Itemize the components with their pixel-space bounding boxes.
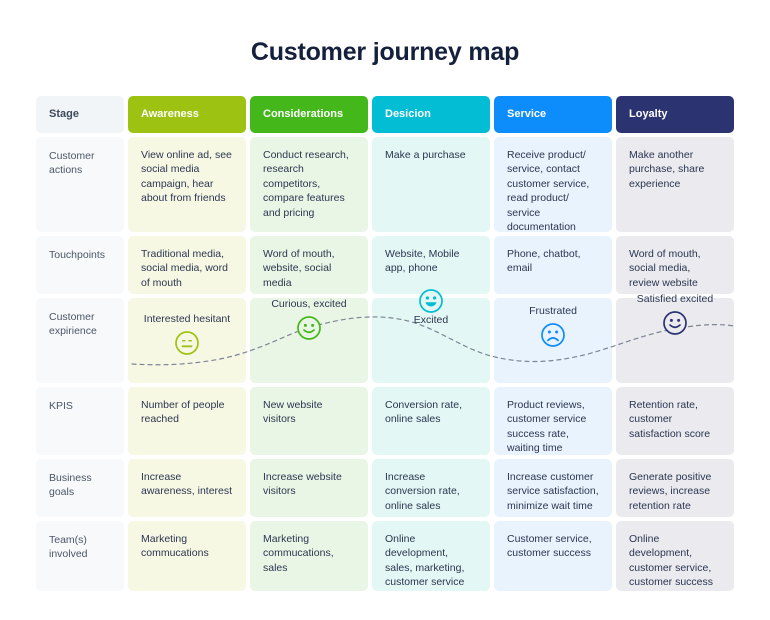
row-label-business-goals: Business goals bbox=[36, 459, 124, 517]
table-row-customer-experience: Customer expirience Interested hesitant bbox=[36, 289, 734, 383]
cell-kpis-considerations: New website visitors bbox=[250, 387, 368, 455]
cell-experience-considerations bbox=[250, 298, 368, 383]
cell-teams-considerations: Marketing commucations, sales bbox=[250, 521, 368, 591]
row-label-customer-experience-text: Customer expirience bbox=[49, 311, 97, 338]
cell-teams-decision: Online development, sales, marketing, cu… bbox=[372, 521, 490, 591]
cell-goals-awareness: Increase awareness, interest bbox=[128, 459, 246, 517]
cell-actions-awareness: View online ad, see social media campaig… bbox=[128, 137, 246, 232]
column-header-stage: Stage bbox=[36, 96, 124, 133]
cell-actions-decision: Make a purchase bbox=[372, 137, 490, 232]
customer-journey-map-page: Customer journey map Stage Awareness Con… bbox=[0, 0, 770, 620]
cell-teams-awareness: Marketing commucations bbox=[128, 521, 246, 591]
cell-experience-decision bbox=[372, 298, 490, 383]
table-header-row: Stage Awareness Considerations Desicion … bbox=[36, 96, 734, 133]
cell-kpis-decision: Conversion rate, online sales bbox=[372, 387, 490, 455]
column-header-awareness: Awareness bbox=[128, 96, 246, 133]
column-header-loyalty: Loyalty bbox=[616, 96, 734, 133]
cell-goals-service: Increase customer service satisfaction, … bbox=[494, 459, 612, 517]
cell-touchpoints-service: Phone, chatbot, email bbox=[494, 236, 612, 294]
cell-kpis-service: Product reviews, customer service succes… bbox=[494, 387, 612, 455]
table-row-business-goals: Business goals Increase awareness, inter… bbox=[36, 459, 734, 517]
cell-experience-loyalty bbox=[616, 298, 734, 383]
table-row-kpis: KPIS Number of people reached New websit… bbox=[36, 387, 734, 455]
cell-kpis-loyalty: Retention rate, customer satisfaction sc… bbox=[616, 387, 734, 455]
cell-touchpoints-considerations: Word of mouth, website, social media bbox=[250, 236, 368, 294]
cell-touchpoints-awareness: Traditional media, social media, word of… bbox=[128, 236, 246, 294]
cell-touchpoints-decision: Website, Mobile app, phone bbox=[372, 236, 490, 294]
row-label-customer-experience: Customer expirience bbox=[36, 298, 124, 383]
row-label-teams-involved: Team(s) involved bbox=[36, 521, 124, 591]
cell-goals-decision: Increase conversion rate, online sales bbox=[372, 459, 490, 517]
table-row-touchpoints: Touchpoints Traditional media, social me… bbox=[36, 236, 734, 294]
cell-teams-loyalty: Online development, customer service, cu… bbox=[616, 521, 734, 591]
cell-actions-service: Receive product/ service, contact custom… bbox=[494, 137, 612, 233]
table-row-customer-actions: Customer actions View online ad, see soc… bbox=[36, 137, 734, 233]
cell-touchpoints-loyalty: Word of mouth, social media, review webs… bbox=[616, 236, 734, 294]
row-label-kpis: KPIS bbox=[36, 387, 124, 455]
row-label-customer-actions: Customer actions bbox=[36, 137, 124, 232]
cell-kpis-awareness: Number of people reached bbox=[128, 387, 246, 455]
column-header-service: Service bbox=[494, 96, 612, 133]
journey-map-table: Stage Awareness Considerations Desicion … bbox=[36, 96, 734, 595]
cell-goals-loyalty: Generate positive reviews, increase rete… bbox=[616, 459, 734, 517]
cell-goals-considerations: Increase website visitors bbox=[250, 459, 368, 517]
page-title: Customer journey map bbox=[250, 38, 520, 66]
cell-actions-loyalty: Make another purchase, share experience bbox=[616, 137, 734, 232]
table-row-teams-involved: Team(s) involved Marketing commucations … bbox=[36, 521, 734, 591]
cell-actions-considerations: Conduct research, research competitors, … bbox=[250, 137, 368, 232]
row-label-touchpoints: Touchpoints bbox=[36, 236, 124, 294]
cell-teams-service: Customer service, customer success bbox=[494, 521, 612, 591]
column-header-decision: Desicion bbox=[372, 96, 490, 133]
cell-experience-service bbox=[494, 298, 612, 383]
cell-experience-awareness bbox=[128, 298, 246, 383]
column-header-considerations: Considerations bbox=[250, 96, 368, 133]
